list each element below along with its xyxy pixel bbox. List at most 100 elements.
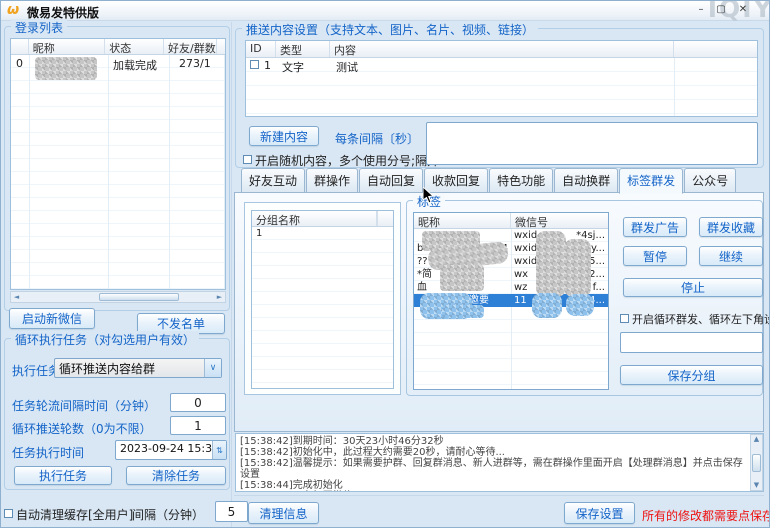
random-content-label: 开启随机内容，多个使用分号;隔开 bbox=[255, 152, 439, 169]
mass-send-fav-button[interactable]: 群发收藏 bbox=[699, 217, 763, 237]
login-hscrollbar[interactable]: ◄ ► bbox=[10, 291, 226, 303]
wxid-fragment: 11 bbox=[514, 295, 527, 306]
loop-setting-input[interactable] bbox=[620, 332, 763, 353]
log-line: [15:38:44]完成初始化 bbox=[240, 480, 747, 491]
task-interval-label: 任务轮流间隔时间（分钟） bbox=[12, 397, 156, 414]
wxid-fragment: wxid bbox=[514, 256, 537, 267]
save-settings-button[interactable]: 保存设置 bbox=[564, 502, 635, 524]
log-line: [15:38:42]到期时间：30天23小时46分32秒 bbox=[240, 436, 747, 447]
wxid-fragment: f... bbox=[593, 281, 605, 294]
tag-table-header: 昵称 微信号 bbox=[414, 213, 608, 229]
pause-button[interactable]: 暂停 bbox=[623, 246, 687, 266]
tab-tag-mass-send[interactable]: 标签群发 bbox=[619, 168, 683, 194]
nick-fragment: *简 bbox=[417, 269, 432, 280]
loop-task-groupbox: 循环执行任务（对勾选用户有效） 执行任务 循环推送内容给群 ∨ 任务轮流间隔时间… bbox=[4, 338, 230, 490]
login-col-status: 状态 bbox=[105, 39, 164, 54]
push-content-table[interactable]: ID 类型 内容 1 文字 测试 bbox=[245, 40, 758, 117]
run-task-button[interactable]: 执行任务 bbox=[14, 466, 112, 485]
tab-friend-interact[interactable]: 好友互动 bbox=[241, 168, 305, 193]
blurred-text bbox=[536, 231, 566, 297]
cache-interval-input[interactable]: 5 bbox=[215, 501, 248, 522]
task-interval-input[interactable]: 0 bbox=[170, 393, 226, 412]
per-item-interval-label: 每条间隔〔秒〕 bbox=[335, 130, 419, 147]
group-row[interactable]: 1 bbox=[252, 227, 393, 240]
tab-special-features[interactable]: 特色功能 bbox=[489, 168, 553, 193]
login-row-index: 0 bbox=[16, 57, 23, 70]
group-col-name: 分组名称 bbox=[252, 211, 377, 226]
push-row-type: 文字 bbox=[282, 59, 304, 75]
push-row-content: 测试 bbox=[336, 59, 358, 75]
stop-button[interactable]: 停止 bbox=[623, 278, 763, 297]
push-col-id: ID bbox=[246, 41, 276, 57]
bottom-separator bbox=[234, 495, 764, 496]
push-row-checkbox[interactable] bbox=[250, 60, 259, 69]
mouse-cursor bbox=[423, 187, 436, 205]
login-row-count: 273/1 bbox=[179, 57, 211, 70]
random-content-checkbox[interactable] bbox=[243, 155, 252, 164]
group-table-body bbox=[252, 227, 393, 388]
tab-group-ops[interactable]: 群操作 bbox=[306, 168, 358, 193]
spinner-icon[interactable]: ⇅ bbox=[212, 441, 226, 459]
log-panel[interactable]: [15:38:42]到期时间：30天23小时46分32秒 [15:38:42]初… bbox=[235, 433, 764, 492]
blurred-nickname bbox=[35, 57, 97, 80]
push-settings-title: 推送内容设置（支持文本、图片、名片、视频、链接） bbox=[242, 21, 538, 38]
task-select-value: 循环推送内容给群 bbox=[55, 359, 204, 377]
content-textarea[interactable] bbox=[426, 122, 758, 165]
chevron-down-icon[interactable]: ∨ bbox=[204, 359, 221, 377]
clean-messages-button[interactable]: 清理信息 bbox=[248, 502, 319, 524]
scroll-up-icon[interactable]: ▲ bbox=[751, 435, 762, 444]
new-content-button[interactable]: 新建内容 bbox=[249, 126, 319, 146]
group-name-table[interactable]: 分组名称 1 bbox=[251, 210, 394, 389]
login-col-nickname: 昵称 bbox=[29, 39, 105, 54]
minimize-button[interactable]: – bbox=[693, 3, 709, 17]
group-col-extra bbox=[377, 211, 393, 226]
nick-fragment: 血 bbox=[417, 282, 427, 293]
group-list-panel: 分组名称 1 bbox=[244, 202, 401, 395]
start-new-wechat-button[interactable]: 启动新微信 bbox=[9, 308, 95, 329]
close-button[interactable]: ✕ bbox=[735, 3, 751, 17]
push-table-header: ID 类型 内容 bbox=[246, 41, 757, 58]
auto-clean-cache-checkbox[interactable] bbox=[4, 509, 13, 518]
save-notice-text: 所有的修改都需要点保存 bbox=[642, 507, 770, 524]
login-row-status: 加载完成 bbox=[113, 57, 157, 73]
task-rounds-input[interactable]: 1 bbox=[170, 416, 226, 435]
push-row-id: 1 bbox=[264, 59, 271, 72]
push-row[interactable]: 1 文字 测试 bbox=[246, 58, 758, 72]
scroll-thumb[interactable] bbox=[99, 293, 179, 301]
task-time-value: 2023-09-24 15:38:41 bbox=[116, 441, 212, 459]
blurred-text bbox=[440, 265, 484, 291]
blurred-text-selected bbox=[442, 305, 484, 318]
mass-send-ad-button[interactable]: 群发广告 bbox=[623, 217, 687, 237]
log-vscrollbar[interactable]: ▲ ▼ bbox=[750, 434, 763, 491]
log-line: [15:38:42]温馨提示：如果需要护群、回复群消息、新人进群等，需在群操作里… bbox=[240, 458, 747, 480]
push-col-extra bbox=[674, 41, 757, 57]
tab-official-account[interactable]: 公众号 bbox=[684, 168, 736, 193]
scroll-left-icon[interactable]: ◄ bbox=[11, 293, 22, 302]
save-group-button[interactable]: 保存分组 bbox=[620, 365, 763, 385]
loop-mass-send-label: 开启循环群发、循环左下角设置 bbox=[632, 311, 770, 327]
login-table[interactable]: 昵称 状态 好友/群数 0 加载完成 273/1 bbox=[10, 38, 226, 290]
clear-task-button[interactable]: 清除任务 bbox=[126, 466, 226, 485]
task-time-picker[interactable]: 2023-09-24 15:38:41 ⇅ bbox=[115, 440, 227, 460]
auto-clean-cache-label: 自动清理缓存[全用户] bbox=[16, 506, 133, 523]
task-time-label: 任务执行时间 bbox=[12, 444, 84, 461]
wxid-fragment: wz bbox=[514, 282, 527, 293]
tab-auto-switch-group[interactable]: 自动换群 bbox=[554, 168, 618, 193]
tab-auto-reply[interactable]: 自动回复 bbox=[359, 168, 423, 193]
push-col-type: 类型 bbox=[276, 41, 330, 57]
loop-mass-send-checkbox[interactable] bbox=[620, 314, 629, 323]
scroll-down-icon[interactable]: ▼ bbox=[751, 481, 762, 490]
tab-strip: 好友互动 群操作 自动回复 收款回复 特色功能 自动换群 标签群发 公众号 bbox=[234, 172, 737, 193]
login-col-index bbox=[11, 39, 29, 54]
wxid-fragment: 2... bbox=[589, 268, 605, 281]
login-row[interactable]: 0 加载完成 273/1 bbox=[11, 55, 226, 81]
scroll-thumb[interactable] bbox=[752, 454, 761, 472]
tag-groupbox: 标签 昵称 微信号 wxid_*4sj... b'4424 bbox=[406, 200, 763, 396]
login-list-title: 登录列表 bbox=[11, 19, 67, 36]
maximize-button[interactable]: ▢ bbox=[713, 3, 729, 17]
resume-button[interactable]: 继续 bbox=[699, 246, 763, 266]
group-row-name: 1 bbox=[256, 227, 262, 240]
scroll-right-icon[interactable]: ► bbox=[214, 293, 225, 302]
task-select[interactable]: 循环推送内容给群 ∨ bbox=[54, 358, 222, 378]
tag-contacts-table[interactable]: 昵称 微信号 wxid_*4sj... b'4424 wxid_uy... bbox=[413, 212, 609, 390]
